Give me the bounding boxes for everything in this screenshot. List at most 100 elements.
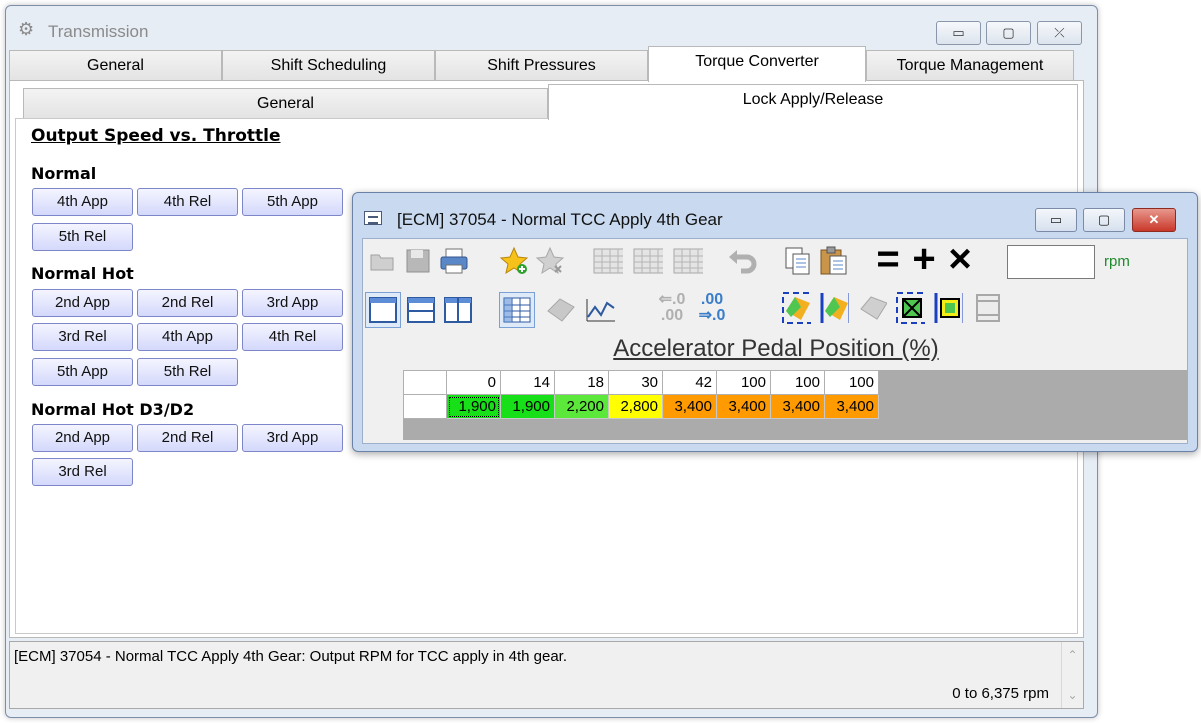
group-title-normal-hot: Normal Hot (31, 264, 134, 283)
value-cell[interactable]: 3,400 (662, 394, 717, 419)
undo-icon[interactable] (727, 245, 757, 277)
clear-icon[interactable] (971, 292, 1001, 324)
print-icon[interactable] (439, 245, 469, 277)
favorite-remove-icon[interactable] (535, 245, 565, 277)
subtab-general[interactable]: General (23, 88, 548, 119)
tab-torque-management[interactable]: Torque Management (866, 50, 1074, 81)
value-cell[interactable]: 1,900 (500, 394, 555, 419)
tab-general[interactable]: General (9, 50, 222, 81)
maximize-button[interactable]: ▢ (986, 21, 1031, 45)
value-row: 1,900 1,900 2,200 2,800 3,400 3,400 3,40… (403, 394, 879, 419)
description-box[interactable]: [ECM] 37054 - Normal TCC Apply 4th Gear:… (9, 641, 1084, 709)
normal-hot-5th-rel-button[interactable]: 5th Rel (137, 358, 238, 386)
unit-label: rpm (1104, 253, 1130, 270)
value-cell[interactable]: 3,400 (770, 394, 825, 419)
group-title-normal: Normal (31, 164, 97, 183)
scroll-down-icon[interactable]: ⌄ (1062, 688, 1083, 702)
title-bar[interactable]: ⚙ Transmission ▭ ▢ ⤫ (6, 6, 1097, 50)
paste-icon[interactable] (819, 245, 849, 277)
select-all-icon[interactable] (933, 292, 963, 324)
equals-icon[interactable]: = (873, 237, 903, 281)
ecm-table-window: [ECM] 37054 - Normal TCC Apply 4th Gear … (352, 192, 1198, 452)
value-cell[interactable]: 3,400 (824, 394, 879, 419)
column-header[interactable]: 100 (770, 370, 825, 395)
data-table: 0 14 18 30 42 100 100 100 1,900 1,900 2,… (403, 370, 879, 419)
tab-shift-pressures[interactable]: Shift Pressures (435, 50, 648, 81)
multiply-icon[interactable]: × (945, 237, 975, 281)
save-icon[interactable] (403, 245, 433, 277)
normal-hot-4th-rel-button[interactable]: 4th Rel (242, 323, 343, 351)
column-header[interactable]: 100 (824, 370, 879, 395)
range-text: 0 to 6,375 rpm (952, 685, 1049, 702)
column-header[interactable]: 18 (554, 370, 609, 395)
description-text: [ECM] 37054 - Normal TCC Apply 4th Gear:… (14, 648, 568, 665)
table-icon-3[interactable] (673, 245, 703, 277)
d3d2-3rd-app-button[interactable]: 3rd App (242, 424, 343, 452)
ecm-maximize-button[interactable]: ▢ (1083, 208, 1125, 232)
normal-hot-2nd-app-button[interactable]: 2nd App (32, 289, 133, 317)
column-header[interactable]: 100 (716, 370, 771, 395)
interpolate-icon[interactable] (819, 292, 849, 324)
axis-title: Accelerator Pedal Position (%) (613, 335, 939, 362)
decrease-decimal-icon[interactable]: ⇐.0 .00 (657, 292, 687, 324)
header-row: 0 14 18 30 42 100 100 100 (403, 370, 879, 395)
tab-torque-converter[interactable]: Torque Converter (648, 46, 866, 82)
normal-5th-app-button[interactable]: 5th App (242, 188, 343, 216)
operation-value-input[interactable] (1007, 245, 1095, 279)
column-header[interactable]: 42 (662, 370, 717, 395)
horizontal-split-icon[interactable] (406, 294, 436, 326)
d3d2-2nd-rel-button[interactable]: 2nd Rel (137, 424, 238, 452)
close-button[interactable]: ⤫ (1037, 21, 1082, 45)
fill-icon[interactable] (857, 292, 887, 324)
ecm-client-area: = + × rpm ⇐.0 .00 .00 ⇒.0 Accelerator Pe… (362, 237, 1188, 444)
smooth-icon[interactable] (781, 292, 811, 324)
line-chart-icon[interactable] (585, 294, 615, 326)
normal-hot-2nd-rel-button[interactable]: 2nd Rel (137, 289, 238, 317)
table-icon[interactable] (593, 245, 623, 277)
window-title: Transmission (48, 22, 149, 41)
description-scrollbar[interactable]: ⌃ ⌄ (1061, 642, 1083, 708)
increase-decimal-bottom: ⇒.0 (698, 307, 726, 324)
vertical-split-icon[interactable] (443, 294, 473, 326)
value-cell[interactable]: 3,400 (716, 394, 771, 419)
value-cell[interactable]: 1,900 (446, 394, 501, 419)
value-cell[interactable]: 2,800 (608, 394, 663, 419)
d3d2-2nd-app-button[interactable]: 2nd App (32, 424, 133, 452)
group-title-normal-hot-d3-d2: Normal Hot D3/D2 (31, 400, 195, 419)
section-title: Output Speed vs. Throttle (31, 126, 281, 146)
ecm-minimize-button[interactable]: ▭ (1035, 208, 1077, 232)
ecm-close-button[interactable]: ✕ (1132, 208, 1176, 232)
favorite-add-icon[interactable] (499, 245, 529, 277)
normal-hot-3rd-rel-button[interactable]: 3rd Rel (32, 323, 133, 351)
minimize-button[interactable]: ▭ (936, 21, 981, 45)
normal-4th-rel-button[interactable]: 4th Rel (137, 188, 238, 216)
open-icon[interactable] (367, 245, 397, 277)
subtab-lock-apply-release[interactable]: Lock Apply/Release (548, 84, 1078, 120)
data-grid: 0 14 18 30 42 100 100 100 1,900 1,900 2,… (403, 370, 1187, 440)
tab-shift-scheduling[interactable]: Shift Scheduling (222, 50, 435, 81)
table-window-icon (364, 211, 382, 225)
column-header[interactable]: 30 (608, 370, 663, 395)
main-tab-strip: General Shift Scheduling Shift Pressures… (9, 46, 1084, 82)
value-cell[interactable]: 2,200 (554, 394, 609, 419)
normal-hot-5th-app-button[interactable]: 5th App (32, 358, 133, 386)
increase-decimal-icon[interactable]: .00 ⇒.0 (697, 292, 727, 324)
single-pane-icon[interactable] (365, 292, 401, 328)
scroll-up-icon[interactable]: ⌃ (1062, 648, 1083, 662)
normal-5th-rel-button[interactable]: 5th Rel (32, 223, 133, 251)
decrease-decimal-bottom: .00 (660, 307, 684, 324)
plus-icon[interactable]: + (909, 237, 939, 281)
copy-icon[interactable] (783, 245, 813, 277)
normal-4th-app-button[interactable]: 4th App (32, 188, 133, 216)
column-header[interactable]: 0 (446, 370, 501, 395)
3d-view-icon[interactable] (546, 294, 576, 326)
gear-icon: ⚙ (18, 19, 35, 39)
table-view-icon[interactable] (499, 292, 535, 328)
d3d2-3rd-rel-button[interactable]: 3rd Rel (32, 458, 133, 486)
ecm-window-title: [ECM] 37054 - Normal TCC Apply 4th Gear (397, 210, 723, 229)
normal-hot-3rd-app-button[interactable]: 3rd App (242, 289, 343, 317)
select-cell-icon[interactable] (895, 292, 925, 324)
column-header[interactable]: 14 (500, 370, 555, 395)
table-icon-2[interactable] (633, 245, 663, 277)
normal-hot-4th-app-button[interactable]: 4th App (137, 323, 238, 351)
